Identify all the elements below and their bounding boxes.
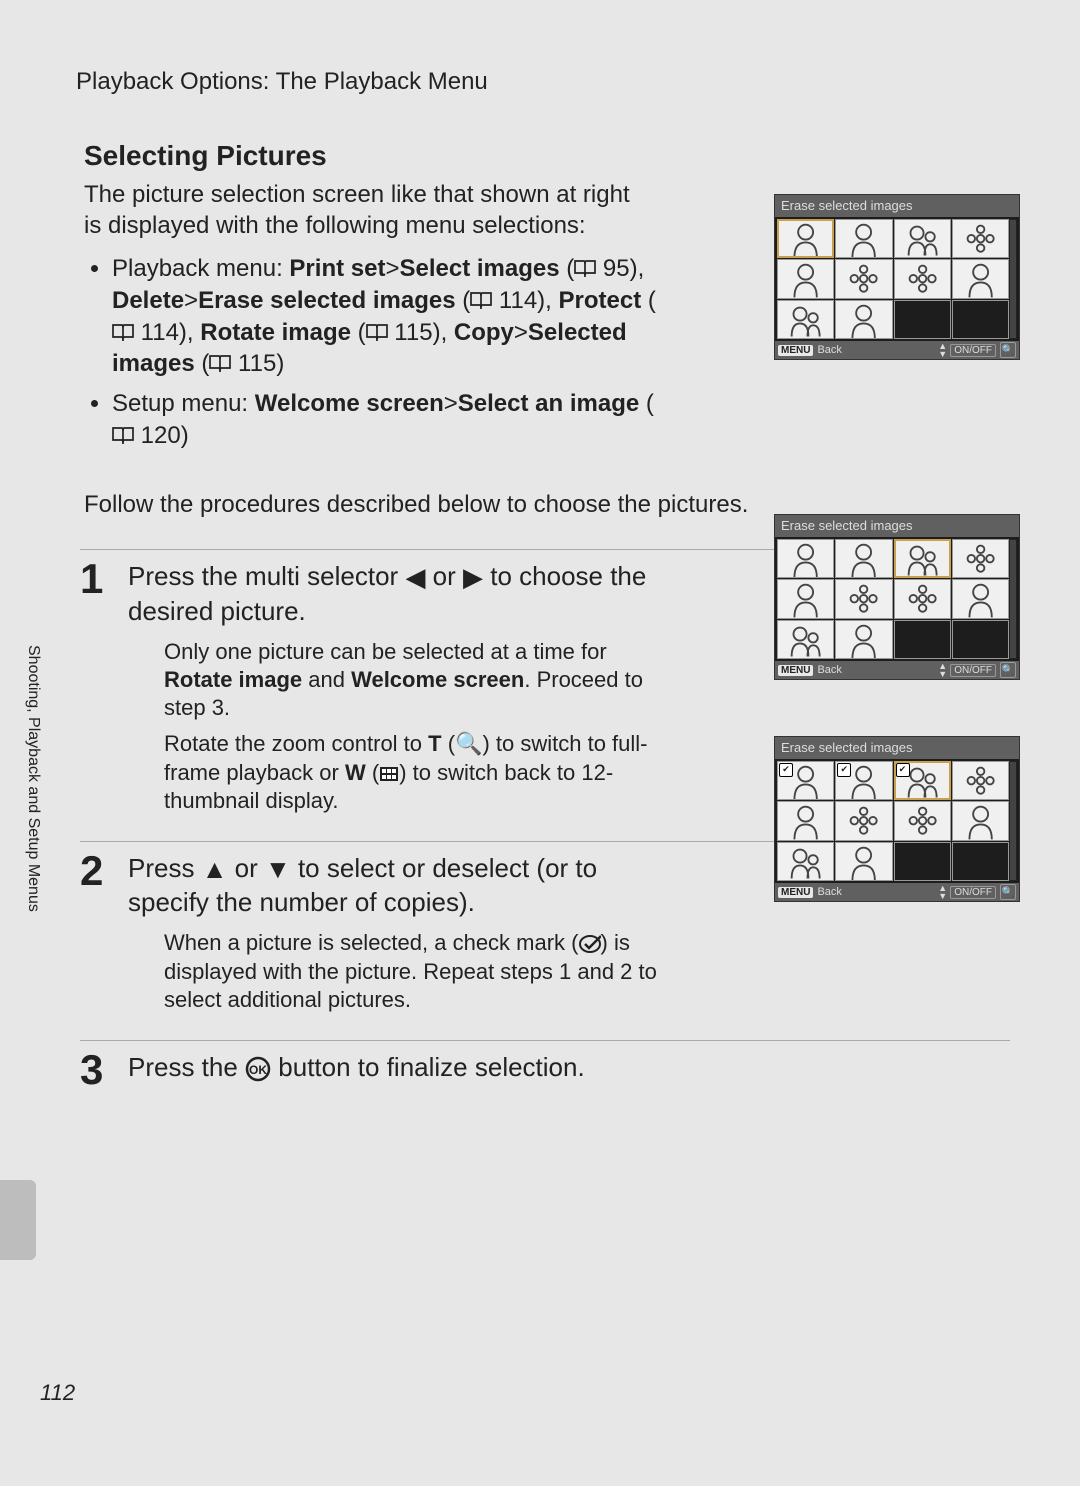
book-icon [112, 317, 134, 349]
shot-title: Erase selected images [775, 195, 1019, 217]
bullet-setup-menu: Setup menu: Welcome screen>Select an ima… [112, 388, 672, 451]
left-arrow-icon: ◀ [405, 561, 425, 594]
back-label: Back [817, 344, 841, 356]
ok-button-icon: OK [245, 1052, 271, 1082]
camera-screen-erase-3: Erase selected images ✔ ✔ ✔ MENU Back ▲▼… [774, 736, 1020, 902]
magnify-icon: 🔍 [455, 731, 482, 756]
check-badge-icon: ✔ [779, 763, 793, 777]
step-1-detail: Only one picture can be selected at a ti… [164, 638, 664, 815]
book-icon [209, 348, 231, 380]
step-number: 1 [80, 558, 128, 822]
camera-screen-erase-2: Erase selected images MENU Back ▲▼ ON/OF… [774, 514, 1020, 680]
back-label: Back [817, 664, 841, 676]
step-3: 3 Press the OK button to finalize select… [80, 1040, 1010, 1112]
magnify-icon: 🔍 [1000, 884, 1016, 900]
shot-title: Erase selected images [775, 737, 1019, 759]
step-3-title: Press the OK button to finalize selectio… [128, 1051, 658, 1084]
book-icon [112, 420, 134, 452]
page-number: 112 [40, 1380, 75, 1406]
side-chapter-label: Shooting, Playback and Setup Menus [24, 645, 42, 912]
step-number: 2 [80, 850, 128, 1022]
onoff-label: ON/OFF [950, 886, 996, 899]
check-badge-icon: ✔ [837, 763, 851, 777]
follow-text: Follow the procedures described below to… [84, 491, 884, 519]
updown-icon: ▲▼ [938, 884, 946, 900]
book-icon [574, 253, 596, 285]
magnify-icon: 🔍 [1000, 662, 1016, 678]
down-arrow-icon: ▼ [265, 853, 291, 886]
right-arrow-icon: ▶ [463, 561, 483, 594]
updown-icon: ▲▼ [938, 662, 946, 678]
step-2-title: Press ▲ or ▼ to select or deselect (or t… [128, 852, 658, 920]
book-icon [366, 317, 388, 349]
menu-bullet-list: Playback menu: Print set>Select images (… [78, 253, 672, 451]
onoff-label: ON/OFF [950, 344, 996, 357]
shot-title: Erase selected images [775, 515, 1019, 537]
step-2-detail: When a picture is selected, a check mark… [164, 929, 664, 1013]
side-tab [0, 1180, 36, 1260]
chapter-header: Playback Options: The Playback Menu [76, 68, 1000, 96]
intro-text: The picture selection screen like that s… [84, 180, 644, 241]
updown-icon: ▲▼ [938, 342, 946, 358]
menu-button-icon: MENU [778, 345, 813, 356]
onoff-label: ON/OFF [950, 664, 996, 677]
manual-page: Playback Options: The Playback Menu Sele… [0, 0, 1080, 1486]
bullet-playback-menu: Playback menu: Print set>Select images (… [112, 253, 672, 380]
svg-text:OK: OK [249, 1063, 267, 1077]
step-1-title: Press the multi selector ◀ or ▶ to choos… [128, 560, 658, 628]
back-label: Back [817, 886, 841, 898]
camera-screen-erase-1: Erase selected images MENU Back ▲▼ ON/OF… [774, 194, 1020, 360]
menu-button-icon: MENU [778, 887, 813, 898]
checkmark-icon [579, 930, 601, 955]
step-number: 3 [80, 1049, 128, 1094]
book-icon [470, 285, 492, 317]
section-title: Selecting Pictures [84, 140, 1000, 172]
check-badge-icon: ✔ [896, 763, 910, 777]
menu-button-icon: MENU [778, 665, 813, 676]
grid-icon [379, 760, 399, 785]
up-arrow-icon: ▲ [202, 853, 228, 886]
magnify-icon: 🔍 [1000, 342, 1016, 358]
